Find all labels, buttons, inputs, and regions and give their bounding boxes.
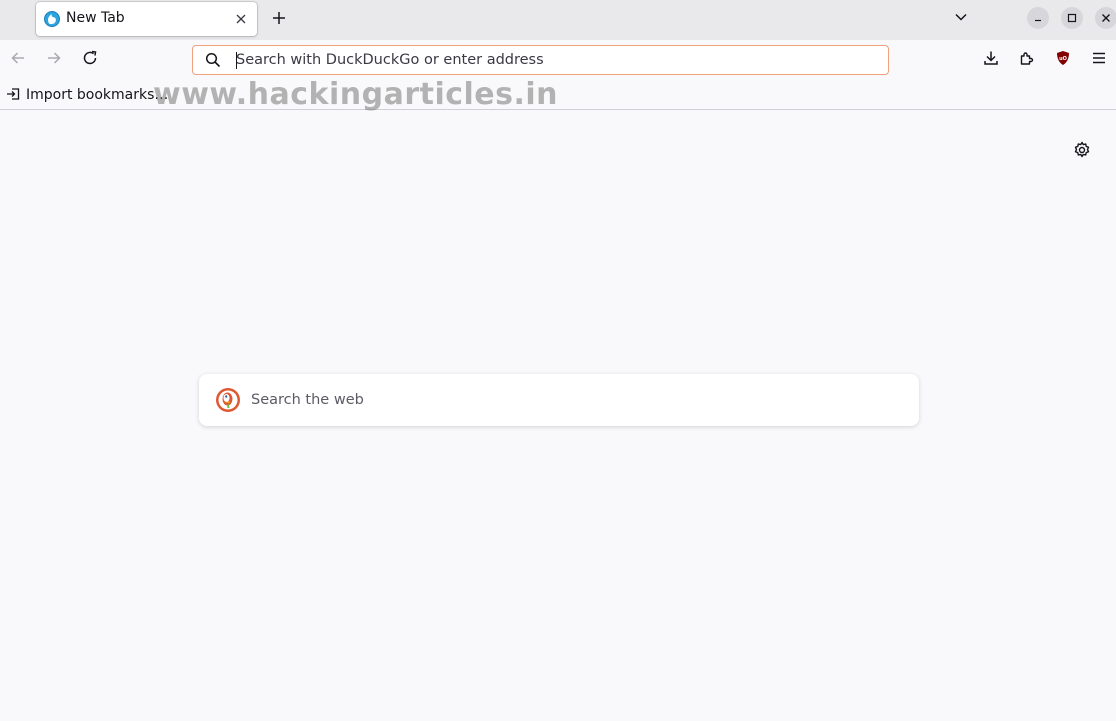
chevron-down-icon — [954, 9, 968, 28]
tab-new-tab[interactable]: New Tab — [36, 2, 257, 36]
bookmarks-toolbar: Import bookmarks… www.hackingarticles.in — [0, 77, 1116, 112]
hamburger-menu-icon — [1091, 50, 1107, 70]
address-bar[interactable] — [192, 45, 889, 75]
list-all-tabs-button[interactable] — [950, 7, 972, 29]
import-bookmarks-label: Import bookmarks… — [26, 87, 169, 103]
url-input[interactable] — [236, 49, 876, 71]
close-window-button[interactable] — [1095, 7, 1116, 29]
new-tab-page — [0, 111, 1116, 721]
svg-text:uO: uO — [1059, 56, 1067, 62]
download-icon — [983, 50, 999, 70]
close-icon[interactable] — [233, 11, 249, 27]
watermark-text: www.hackingarticles.in — [153, 77, 559, 112]
downloads-button[interactable] — [980, 49, 1002, 71]
firefox-favicon-icon — [44, 11, 60, 27]
extensions-icon — [1019, 50, 1035, 70]
gear-icon — [1073, 141, 1091, 163]
web-search-box[interactable] — [199, 374, 919, 426]
navigation-toolbar: uO — [0, 40, 1116, 80]
ublock-origin-button[interactable]: uO — [1052, 49, 1074, 71]
maximize-button[interactable] — [1061, 7, 1083, 29]
duckduckgo-icon — [215, 387, 241, 413]
web-search-input[interactable] — [251, 388, 891, 412]
page-settings-button[interactable] — [1072, 141, 1092, 163]
ublock-icon: uO — [1055, 50, 1071, 70]
tab-title: New Tab — [66, 10, 125, 26]
back-button[interactable] — [6, 48, 30, 72]
extensions-button[interactable] — [1016, 49, 1038, 71]
back-arrow-icon — [10, 50, 26, 70]
forward-button[interactable] — [42, 48, 66, 72]
import-icon — [6, 86, 20, 105]
reload-button[interactable] — [78, 48, 102, 72]
search-icon — [205, 52, 221, 68]
plus-icon — [272, 10, 286, 29]
minimize-button[interactable] — [1027, 7, 1049, 29]
new-tab-button[interactable] — [266, 6, 292, 32]
import-bookmarks-button[interactable]: Import bookmarks… — [6, 86, 168, 104]
forward-arrow-icon — [46, 50, 62, 70]
tab-strip: New Tab — [0, 0, 1116, 40]
text-caret — [236, 52, 237, 69]
app-menu-button[interactable] — [1088, 49, 1110, 71]
reload-icon — [82, 50, 98, 70]
